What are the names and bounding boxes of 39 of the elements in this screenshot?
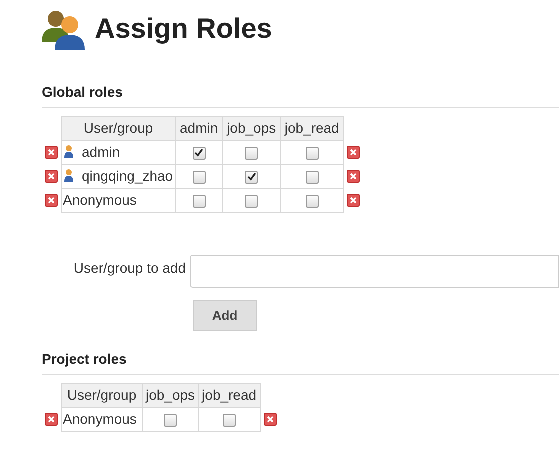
column-header: User/group: [62, 384, 142, 408]
column-header: User/group: [62, 116, 176, 140]
user-cell: qingqing_zhao: [62, 164, 176, 188]
add-button[interactable]: Add: [193, 300, 257, 331]
column-header: job_read: [198, 384, 260, 408]
checkbox[interactable]: [245, 170, 258, 184]
delete-icon[interactable]: [347, 146, 360, 159]
checkbox[interactable]: [192, 170, 206, 184]
column-header: admin: [176, 116, 223, 140]
page-title: Assign Roles: [95, 12, 272, 46]
delete-icon[interactable]: [347, 194, 360, 207]
checkbox[interactable]: [245, 146, 258, 160]
user-cell: Anonymous: [62, 408, 142, 432]
checkbox[interactable]: [192, 194, 206, 208]
checkbox[interactable]: [245, 194, 258, 208]
section-heading: Project roles: [42, 350, 128, 369]
user-icon: [64, 169, 74, 182]
user-cell: admin: [62, 140, 176, 164]
column-header: job_ops: [222, 116, 281, 140]
delete-icon[interactable]: [264, 413, 277, 426]
field-label: User/group to add: [72, 259, 187, 278]
column-header: job_ops: [142, 384, 199, 408]
users-icon: [42, 8, 86, 50]
delete-icon[interactable]: [45, 170, 58, 183]
column-header: job_read: [280, 116, 344, 140]
checkbox[interactable]: [306, 170, 319, 184]
delete-icon[interactable]: [45, 194, 58, 207]
checkbox[interactable]: [164, 414, 178, 427]
checkbox[interactable]: [222, 414, 236, 427]
delete-icon[interactable]: [45, 146, 58, 159]
user-group-input[interactable]: [190, 255, 559, 288]
section-heading: Global roles: [42, 83, 124, 102]
checkbox[interactable]: [192, 146, 206, 160]
user-icon: [64, 145, 74, 158]
checkbox[interactable]: [306, 146, 319, 160]
delete-icon[interactable]: [347, 170, 360, 183]
user-cell: Anonymous: [62, 188, 176, 212]
delete-icon[interactable]: [45, 413, 58, 426]
checkbox[interactable]: [306, 194, 319, 208]
